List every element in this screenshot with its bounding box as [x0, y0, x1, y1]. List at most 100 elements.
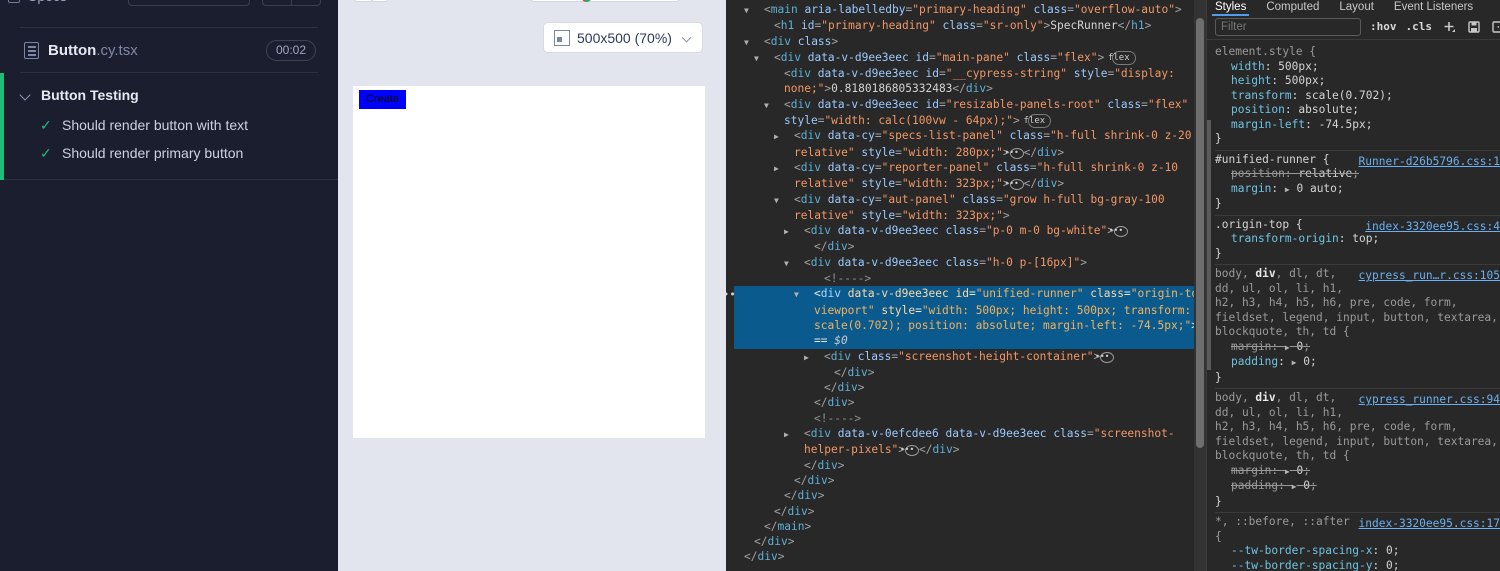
- style-property-name[interactable]: margin: [1231, 182, 1271, 195]
- dom-node[interactable]: ▶ <div data-v-d9ee3eec class="p-0 m-0 bg-…: [734, 223, 1206, 239]
- dom-tree[interactable]: ▼ <main aria-labelledby="primary-heading"…: [726, 2, 1206, 565]
- style-property-value[interactable]: 0: [1296, 340, 1303, 353]
- dom-node[interactable]: ▶ <div data-cy="specs-list-panel" class="…: [734, 128, 1206, 160]
- dom-node[interactable]: <div data-v-d9ee3eec id="__cypress-strin…: [734, 66, 1206, 97]
- style-property-value[interactable]: 500px: [1285, 74, 1319, 87]
- disclosure-triangle-icon[interactable]: ▶: [774, 129, 794, 144]
- tab-event-listeners[interactable]: Event Listeners: [1394, 1, 1473, 14]
- spec-search-input[interactable]: [128, 0, 250, 6]
- style-property-value[interactable]: 0: [1386, 544, 1393, 557]
- style-property[interactable]: position: relative;: [1215, 167, 1500, 182]
- test-row[interactable]: ✓ Should render primary button: [0, 139, 338, 167]
- style-property-value[interactable]: 0: [1296, 464, 1303, 477]
- dom-scrollbar-thumb[interactable]: [1196, 18, 1204, 448]
- style-property-value[interactable]: 0: [1303, 479, 1310, 492]
- disclosure-triangle-icon[interactable]: ▶: [804, 350, 824, 365]
- stylesheet-origin-link[interactable]: cypress_run…r.css:105: [1359, 269, 1500, 284]
- force-state-button[interactable]: :hov: [1370, 20, 1397, 33]
- styles-filter-input[interactable]: [1215, 17, 1361, 36]
- style-property-name[interactable]: margin-left: [1231, 118, 1305, 131]
- style-property-name[interactable]: --tw-border-spacing-x: [1231, 544, 1372, 557]
- disclosure-triangle-icon[interactable]: ▼: [744, 35, 764, 50]
- browser-selector-button[interactable]: [530, 0, 680, 2]
- dom-node[interactable]: </div>: [734, 395, 1206, 410]
- dom-node[interactable]: </div>: [734, 534, 1206, 549]
- style-property[interactable]: --tw-border-spacing-y: 0;: [1215, 559, 1500, 571]
- style-rule[interactable]: *, ::before, ::after{index-3320ee95.css:…: [1215, 513, 1500, 571]
- viewport-size-selector[interactable]: 500x500 (70%): [543, 22, 703, 53]
- style-property-value[interactable]: -74.5px: [1319, 118, 1366, 131]
- create-button[interactable]: Create: [359, 90, 407, 109]
- dom-node[interactable]: <!---->: [734, 271, 1206, 286]
- suite-header[interactable]: Button Testing: [0, 79, 338, 111]
- dom-tree-pane[interactable]: ▼ <main aria-labelledby="primary-heading"…: [726, 0, 1206, 571]
- disclosure-triangle-icon[interactable]: ▼: [754, 51, 774, 66]
- element-classes-button[interactable]: .cls: [1406, 20, 1433, 33]
- test-row[interactable]: ✓ Should render button with text: [0, 111, 338, 139]
- dom-node[interactable]: ▼ <div data-v-d9ee3eec id="resizable-pane…: [734, 97, 1206, 129]
- disclosure-triangle-icon[interactable]: ▼: [744, 3, 764, 18]
- expand-triangle-icon[interactable]: ▶: [1292, 480, 1297, 495]
- dom-node[interactable]: </div>: [734, 380, 1206, 395]
- style-property-name[interactable]: margin: [1231, 340, 1271, 353]
- style-property[interactable]: height: 500px;: [1215, 74, 1500, 89]
- style-property-value[interactable]: 500px: [1278, 60, 1312, 73]
- dom-node[interactable]: </div>: [734, 504, 1206, 519]
- style-property[interactable]: margin: ▶ 0;: [1215, 464, 1500, 480]
- dom-node[interactable]: ▶ <div data-v-0efcdee6 data-v-d9ee3eec cl…: [734, 426, 1206, 458]
- style-property[interactable]: margin: ▶ 0 auto;: [1215, 182, 1500, 198]
- disclosure-triangle-icon[interactable]: ▼: [764, 98, 784, 113]
- style-property-name[interactable]: --tw-border-spacing-y: [1231, 559, 1372, 571]
- url-dropdown-button[interactable]: [353, 0, 389, 2]
- expand-triangle-icon[interactable]: ▶: [1285, 183, 1290, 198]
- styles-rules-list[interactable]: element.style {width: 500px; height: 500p…: [1207, 40, 1500, 571]
- expand-triangle-icon[interactable]: ▶: [1285, 465, 1290, 480]
- tab-computed[interactable]: Computed: [1266, 1, 1319, 14]
- toggle-sidebar-icon[interactable]: [1491, 19, 1500, 35]
- dom-node[interactable]: <h1 id="primary-heading" class="sr-only"…: [734, 18, 1206, 33]
- style-property-value[interactable]: relative: [1298, 167, 1352, 180]
- tab-layout[interactable]: Layout: [1339, 1, 1374, 14]
- style-rule[interactable]: element.style {width: 500px; height: 500p…: [1215, 43, 1500, 151]
- computed-styles-sidebar-icon[interactable]: [1466, 19, 1482, 35]
- style-property-name[interactable]: transform-origin: [1231, 232, 1339, 245]
- style-rule[interactable]: body, div, dl, dt, dd, ul, ol, li, h1, h2,…: [1215, 389, 1500, 513]
- style-property[interactable]: width: 500px;: [1215, 60, 1500, 75]
- style-property[interactable]: --tw-border-spacing-x: 0;: [1215, 544, 1500, 559]
- style-property-value[interactable]: 0 auto: [1296, 182, 1336, 195]
- dom-node[interactable]: </div>: [734, 365, 1206, 380]
- chevron-down-icon[interactable]: [20, 89, 32, 101]
- styles-tabbar[interactable]: Styles Computed Layout Event Listeners: [1207, 0, 1500, 16]
- style-property[interactable]: margin: ▶ 0;: [1215, 340, 1500, 356]
- dom-node[interactable]: <!---->: [734, 411, 1206, 426]
- dom-node[interactable]: </div>: [734, 488, 1206, 503]
- disclosure-triangle-icon[interactable]: ▼: [774, 193, 794, 208]
- style-property-name[interactable]: padding: [1231, 479, 1278, 492]
- dom-node[interactable]: ▼ <div class>: [734, 34, 1206, 50]
- dom-node[interactable]: ▶ <div class="screenshot-height-container…: [734, 349, 1206, 365]
- dom-node-selected[interactable]: •••▼<div data-v-d9ee3eec id="unified-run…: [726, 286, 1206, 349]
- style-rule[interactable]: #unified-runner {Runner-d26b5796.css:1 po…: [1215, 151, 1500, 216]
- dom-node[interactable]: ▼ <div data-v-d9ee3eec class="h-0 p-[16px…: [734, 255, 1206, 271]
- spec-file-row[interactable]: Button .cy.tsx 00:02: [0, 28, 338, 72]
- style-property-value[interactable]: absolute: [1298, 103, 1352, 116]
- style-property-name[interactable]: height: [1231, 74, 1271, 87]
- style-property[interactable]: transform: scale(0.702);: [1215, 89, 1500, 104]
- stylesheet-origin-link[interactable]: cypress_runner.css:94: [1359, 393, 1500, 408]
- node-menu-icon[interactable]: •••: [726, 287, 736, 302]
- dom-node[interactable]: ▼ <main aria-labelledby="primary-heading"…: [734, 2, 1206, 18]
- style-property-name[interactable]: padding: [1231, 355, 1278, 368]
- dom-node[interactable]: </div>: [734, 473, 1206, 488]
- dom-node[interactable]: ▼ <div data-cy="aut-panel" class="grow h-…: [734, 192, 1206, 224]
- style-rule[interactable]: .origin-top {index-3320ee95.css:4 transfo…: [1215, 216, 1500, 265]
- styles-scrollbar[interactable]: [1207, 120, 1211, 370]
- stylesheet-origin-link[interactable]: index-3320ee95.css:17: [1359, 517, 1500, 532]
- style-property[interactable]: padding: ▶ 0;: [1215, 355, 1500, 371]
- style-rule[interactable]: body, div, dl, dt, dd, ul, ol, li, h1, h2,…: [1215, 265, 1500, 389]
- disclosure-triangle-icon[interactable]: ▶: [784, 427, 804, 442]
- style-property-name[interactable]: transform: [1231, 89, 1292, 102]
- dom-node[interactable]: ▼ <div data-v-d9ee3eec id="main-pane" cla…: [734, 50, 1206, 66]
- dom-scrollbar[interactable]: [1194, 0, 1206, 571]
- list-view-button[interactable]: [262, 0, 292, 6]
- tab-styles[interactable]: Styles: [1211, 1, 1250, 16]
